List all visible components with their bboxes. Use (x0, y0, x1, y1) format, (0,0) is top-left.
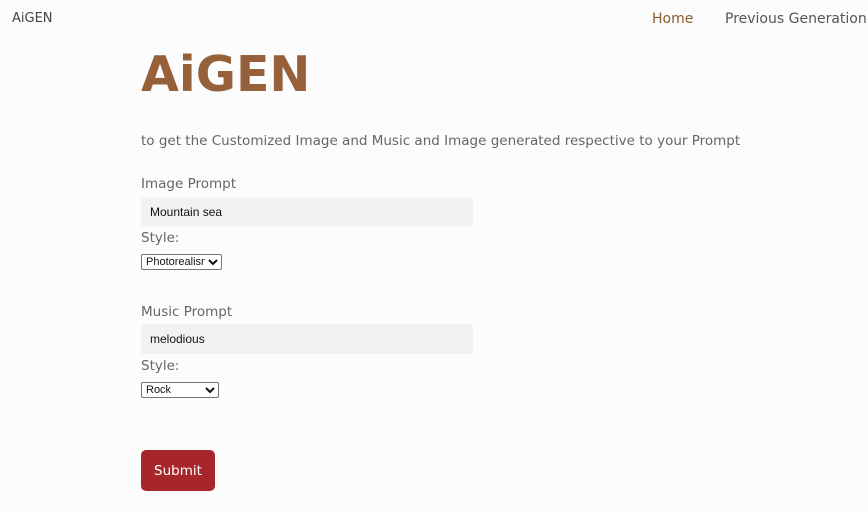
image-prompt-label: Image Prompt (141, 176, 237, 192)
page-subtitle: to get the Customized Image and Music an… (141, 133, 741, 149)
nav-home-link[interactable]: Home (652, 11, 693, 27)
submit-button[interactable]: Submit (141, 450, 215, 491)
top-nav: Home Previous Generation (0, 11, 868, 31)
music-style-label: Style: (141, 358, 180, 374)
image-style-label: Style: (141, 230, 180, 246)
music-prompt-label: Music Prompt (141, 304, 233, 320)
image-style-select[interactable]: Photorealism (141, 254, 222, 270)
music-style-select[interactable]: Rock (141, 382, 219, 398)
image-prompt-input[interactable] (141, 197, 473, 227)
nav-previous-generation-link[interactable]: Previous Generation (725, 11, 867, 27)
music-prompt-input[interactable] (141, 324, 473, 354)
page-title: AiGEN (141, 46, 311, 103)
